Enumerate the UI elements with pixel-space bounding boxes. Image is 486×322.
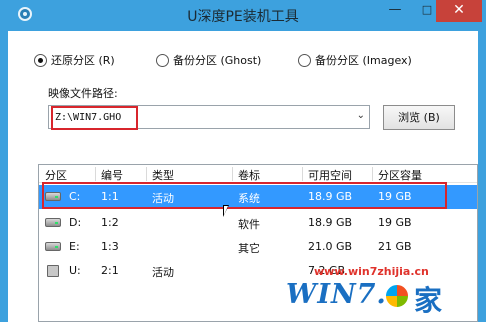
browse-button[interactable]: 浏览 (B) — [383, 105, 455, 130]
minimize-button[interactable]: — — [380, 0, 410, 22]
cell-label: 其它 — [238, 242, 260, 255]
chevron-down-icon[interactable]: ⌄ — [357, 110, 365, 121]
windows-logo-icon — [384, 283, 410, 309]
cell-drive: E: — [69, 240, 80, 253]
hard-drive-icon — [45, 242, 61, 251]
cell-size: 19 GB — [378, 216, 412, 229]
column-header[interactable]: 类型 — [152, 167, 174, 183]
table-header: 分区 编号 类型 卷标 可用空间 分区容量 — [39, 165, 477, 183]
hard-drive-icon — [45, 218, 61, 227]
table-row[interactable]: E: 1:3 其它 21.0 GB 21 GB — [39, 235, 477, 259]
table-row[interactable]: D: 1:2 软件 18.9 GB 19 GB — [39, 211, 477, 235]
cell-type: 活动 — [152, 266, 174, 279]
cell-number: 1:3 — [101, 240, 119, 253]
image-path-combobox[interactable]: ⌄ — [48, 105, 370, 130]
column-header[interactable]: 卷标 — [238, 167, 260, 183]
radio-restore-partition[interactable]: 还原分区 (R) — [34, 52, 115, 68]
radio-dot[interactable] — [156, 53, 169, 67]
close-button[interactable]: ✕ — [436, 0, 482, 22]
column-header[interactable]: 分区容量 — [378, 167, 422, 183]
highlight-box — [42, 182, 447, 209]
radio-dot[interactable] — [298, 53, 311, 67]
radio-backup-imagex[interactable]: 备份分区 (Imagex) — [298, 52, 412, 68]
watermark-logo: WIN7. — [286, 279, 387, 310]
app-window: U深度PE装机工具 — □ ✕ 还原分区 (R) 备份分区 (Ghost) 备份… — [0, 0, 486, 322]
cell-free: 18.9 GB — [308, 216, 353, 229]
radio-label: 还原分区 (R) — [51, 54, 115, 67]
radio-dot[interactable] — [34, 53, 47, 67]
cell-drive: U: — [69, 264, 81, 277]
cell-size: 21 GB — [378, 240, 412, 253]
usb-drive-icon — [47, 265, 59, 277]
image-path-label: 映像文件路径: — [48, 87, 118, 100]
watermark: www.win7zhijia.cn WIN7. 家 — [286, 265, 472, 317]
column-header[interactable]: 编号 — [101, 167, 123, 183]
column-header[interactable]: 可用空间 — [308, 167, 352, 183]
cell-number: 1:2 — [101, 216, 119, 229]
column-divider[interactable] — [146, 167, 147, 181]
cell-drive: D: — [69, 216, 82, 229]
cell-label: 软件 — [238, 218, 260, 231]
radio-backup-ghost[interactable]: 备份分区 (Ghost) — [156, 52, 261, 68]
column-divider[interactable] — [372, 167, 373, 181]
cell-free: 21.0 GB — [308, 240, 353, 253]
mouse-cursor-icon — [223, 205, 229, 217]
main-panel: 还原分区 (R) 备份分区 (Ghost) 备份分区 (Imagex) 映像文件… — [8, 31, 478, 322]
radio-label: 备份分区 (Ghost) — [173, 54, 262, 67]
column-divider[interactable] — [95, 167, 96, 181]
cell-number: 2:1 — [101, 264, 119, 277]
highlight-box — [51, 106, 138, 130]
column-divider[interactable] — [302, 167, 303, 181]
watermark-url: www.win7zhijia.cn — [314, 265, 429, 278]
column-divider[interactable] — [232, 167, 233, 181]
radio-label: 备份分区 (Imagex) — [315, 54, 412, 67]
column-header[interactable]: 分区 — [45, 167, 67, 183]
title-bar[interactable]: U深度PE装机工具 — □ ✕ — [0, 0, 486, 31]
watermark-suffix: 家 — [414, 284, 443, 317]
